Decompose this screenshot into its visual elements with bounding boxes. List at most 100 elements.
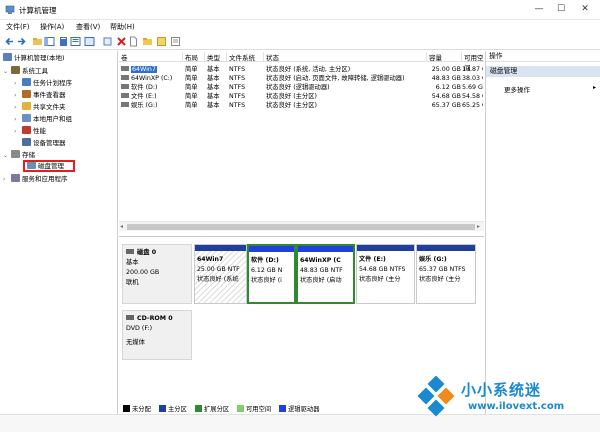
volume-free: 13.87 GB — [462, 66, 483, 73]
volume-fs: NTFS — [229, 84, 246, 91]
col-volume[interactable]: 卷 — [119, 52, 183, 62]
forward-arrow-icon[interactable] — [16, 36, 27, 47]
chevron-right-icon[interactable]: › — [14, 90, 22, 101]
cdrom-info[interactable]: CD-ROM 0 DVD (F:) 无媒体 — [122, 310, 192, 360]
volume-layout: 简单 — [185, 84, 198, 91]
volume-fs: NTFS — [229, 102, 246, 109]
tree-item-label: 本地用户和组 — [33, 115, 72, 123]
chevron-right-icon[interactable]: › — [14, 126, 22, 137]
legend-swatch — [237, 405, 244, 412]
connect-icon[interactable] — [102, 36, 113, 47]
volume-type: 基本 — [207, 93, 220, 100]
partition-64winxp-c[interactable]: 64WinXP (C 48.83 GB NTF 状态良好 (启动 — [296, 244, 355, 304]
menu-view[interactable]: 查看(V) — [76, 22, 100, 32]
col-filesystem[interactable]: 文件系统 — [227, 52, 264, 62]
chevron-right-icon[interactable]: › — [14, 102, 22, 113]
partition-band — [417, 245, 475, 251]
volume-free: 54.58 GB — [462, 93, 483, 100]
window-title: 计算机管理 — [19, 6, 57, 15]
partition-software-d[interactable]: 软件 (D:) 6.12 GB N 状态良好 (i — [247, 244, 296, 304]
chevron-right-icon[interactable]: › — [14, 78, 22, 89]
disk0-info[interactable]: 磁盘 0 基本 200.00 GB 联机 — [122, 244, 192, 304]
open-folder-icon[interactable] — [142, 36, 153, 47]
partition-files-e[interactable]: 文件 (E:) 54.68 GB NTFS 状态良好 (主分 — [356, 244, 415, 304]
legend-swatch — [159, 405, 166, 412]
tree-item-device-manager[interactable]: 设备管理器 — [22, 138, 66, 149]
disk0-type: 基本 — [126, 259, 139, 266]
tree-item-system-tools[interactable]: ⌄ 系统工具 — [3, 66, 48, 77]
minimize-button[interactable]: — — [530, 2, 548, 17]
tree-item-performance[interactable]: › 性能 — [14, 126, 46, 137]
new-document-icon[interactable] — [128, 36, 139, 47]
tree-item-event-viewer[interactable]: › 事件查看器 — [14, 90, 66, 101]
more-actions-link[interactable]: 更多操作 — [504, 84, 530, 94]
partition-64win7[interactable]: 64Win7 25.00 GB NTF 状态良好 (系统 — [194, 244, 247, 304]
volume-free: 38.03 GB — [462, 75, 483, 82]
volume-list-header: 卷 布局 类型 文件系统 状态 容量 可用空间 — [119, 51, 484, 72]
services-icon — [11, 174, 20, 182]
volume-type: 基本 — [207, 84, 220, 91]
volume-type: 基本 — [207, 66, 220, 73]
col-free[interactable]: 可用空间 — [462, 52, 484, 72]
back-arrow-icon[interactable] — [4, 36, 15, 47]
legend-swatch — [195, 405, 202, 412]
device-manager-icon — [22, 138, 31, 146]
volume-name: 64Win7 — [121, 65, 181, 74]
tree-item-task-scheduler[interactable]: › 任务计划程序 — [14, 78, 72, 89]
watermark: 小小系统迷 www.ilovext.com — [414, 374, 600, 424]
menu-help[interactable]: 帮助(H) — [110, 22, 135, 32]
show-hide-tree-icon[interactable] — [44, 36, 55, 47]
table-row[interactable]: 软件 (D:) 简单 基本 NTFS 状态良好 (逻辑驱动器) 6.12 GB … — [119, 83, 484, 92]
properties-icon[interactable] — [70, 36, 81, 47]
up-folder-icon[interactable] — [32, 36, 43, 47]
console-tree: 计算机管理(本地) ⌄ 系统工具 › 任务计划程序 › 事件查看器 › 共享文件夹 › 本… — [0, 51, 118, 414]
tree-item-label: 设备管理器 — [33, 139, 66, 147]
watermark-url: www.ilovext.com — [468, 401, 565, 412]
scroll-right-icon[interactable]: ▸ — [477, 223, 480, 230]
view-icon[interactable] — [84, 36, 95, 47]
col-layout[interactable]: 布局 — [183, 52, 205, 62]
chevron-right-icon[interactable]: › — [3, 174, 11, 185]
tree-item-services-apps[interactable]: › 服务和应用程序 — [3, 174, 68, 185]
tree-item-local-users[interactable]: › 本地用户和组 — [14, 114, 72, 125]
partition-band — [298, 246, 353, 252]
table-row[interactable]: 64Win7 简单 基本 NTFS 状态良好 (系统, 活动, 主分区) 25.… — [119, 65, 484, 74]
partition-entertainment-g[interactable]: 娱乐 (G:) 65.37 GB NTFS 状态良好 (主分 — [416, 244, 476, 304]
task-scheduler-icon — [22, 78, 31, 86]
event-viewer-icon — [22, 90, 31, 98]
volume-status: 状态良好 (逻辑驱动器) — [266, 84, 330, 91]
col-status[interactable]: 状态 — [264, 52, 427, 62]
close-button[interactable]: ✕ — [576, 2, 594, 17]
save-icon[interactable] — [156, 36, 167, 47]
menu-file[interactable]: 文件(F) — [6, 22, 30, 32]
chevron-right-icon[interactable]: › — [14, 114, 22, 125]
tree-item-label: 事件查看器 — [33, 91, 66, 99]
tree-item-computer-management[interactable]: 计算机管理(本地) — [3, 53, 65, 64]
partition-band — [357, 245, 414, 251]
selection-highlight — [23, 160, 75, 172]
menu-action[interactable]: 操作(A) — [40, 22, 64, 32]
chevron-right-icon[interactable]: ▸ — [593, 84, 596, 91]
table-row[interactable]: 文件 (E:) 简单 基本 NTFS 状态良好 (主分区) 54.68 GB 5… — [119, 92, 484, 101]
volume-name: 软件 (D:) — [121, 83, 183, 92]
toolbar — [0, 34, 600, 50]
table-row[interactable]: 娱乐 (G:) 简单 基本 NTFS 状态良好 (主分区) 65.37 GB 6… — [119, 101, 484, 110]
partition-body: 64Win7 25.00 GB NTF 状态良好 (系统 — [197, 256, 240, 283]
col-type[interactable]: 类型 — [205, 52, 227, 62]
maximize-button[interactable]: ☐ — [552, 2, 570, 17]
scrollbar-thumb[interactable] — [127, 224, 475, 230]
table-row[interactable]: 64WinXP (C:) 简单 基本 NTFS 状态良好 (启动, 页面文件, … — [119, 74, 484, 83]
export-list-icon[interactable] — [170, 36, 181, 47]
scroll-left-icon[interactable]: ◂ — [120, 223, 123, 230]
actions-disk-management[interactable]: 磁盘管理 — [486, 66, 600, 77]
cdrom-media: 无媒体 — [126, 339, 145, 346]
legend-item: 未分配 — [123, 404, 151, 413]
col-capacity[interactable]: 容量 — [427, 52, 462, 62]
tree-item-shared-folders[interactable]: › 共享文件夹 — [14, 102, 66, 113]
delete-icon[interactable] — [116, 36, 127, 47]
help-book-icon[interactable] — [58, 36, 69, 47]
tree-item-label: 系统工具 — [22, 67, 48, 75]
chevron-down-icon[interactable]: ⌄ — [3, 66, 11, 77]
horizontal-scrollbar[interactable]: ◂ ▸ — [119, 221, 484, 231]
chevron-down-icon[interactable]: ⌄ — [3, 150, 11, 161]
